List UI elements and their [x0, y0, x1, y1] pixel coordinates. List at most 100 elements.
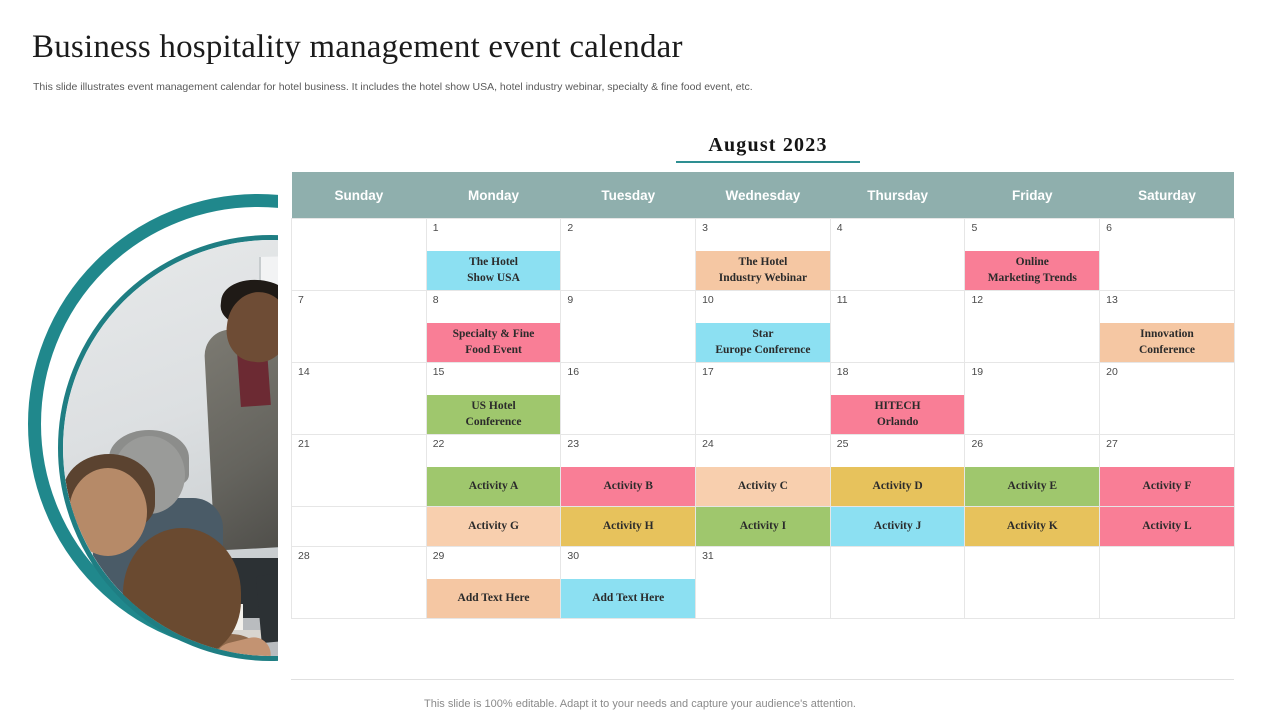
calendar-date-row: 123456: [291, 218, 1235, 251]
month-underline: [676, 161, 860, 163]
event-chip[interactable]: Activity G: [426, 507, 561, 546]
event-chip[interactable]: The Hotel Industry Webinar: [696, 251, 830, 290]
calendar-bottom-rule: [291, 679, 1234, 680]
event-chip[interactable]: US Hotel Conference: [426, 395, 561, 434]
calendar-date-cell[interactable]: 29: [425, 546, 562, 579]
calendar-date-cell[interactable]: 26: [964, 434, 1101, 467]
event-chip[interactable]: Activity I: [696, 507, 830, 546]
event-chip[interactable]: Online Marketing Trends: [965, 251, 1100, 290]
calendar-event-row: Activity G Activity H Activity I Activity J…: [291, 506, 1235, 547]
calendar-date-cell[interactable]: 24: [695, 434, 831, 467]
event-chip-empty: [292, 467, 426, 506]
calendar-event-cell: Activity B: [560, 467, 697, 507]
calendar-event-cell: Activity L: [1099, 506, 1235, 547]
event-chip[interactable]: Activity A: [426, 467, 561, 506]
calendar-date-cell[interactable]: 9: [560, 290, 697, 323]
calendar-date-cell[interactable]: 31: [695, 546, 831, 579]
calendar-date-cell[interactable]: 1: [425, 218, 562, 251]
calendar-date-cell[interactable]: 23: [560, 434, 697, 467]
day-header-thursday: Thursday: [830, 172, 965, 219]
calendar-date-cell[interactable]: 10: [695, 290, 831, 323]
calendar-event-cell: Activity I: [695, 506, 831, 547]
calendar-event-cell: HITECH Orlando: [829, 395, 966, 435]
event-chip-empty: [965, 323, 1099, 362]
event-chip[interactable]: Activity L: [1100, 507, 1234, 546]
event-chip-line: Star: [752, 327, 774, 340]
calendar-date-cell[interactable]: 25: [829, 434, 966, 467]
calendar-date-cell[interactable]: 18: [829, 362, 966, 395]
calendar-event-row: The Hotel Show USA The Hotel Industry Webin…: [291, 251, 1235, 291]
event-chip[interactable]: Activity D: [830, 467, 965, 506]
calendar-date-cell[interactable]: 2: [560, 218, 697, 251]
calendar-date-cell[interactable]: 4: [829, 218, 966, 251]
calendar-date-cell[interactable]: 21: [291, 434, 427, 467]
calendar-date-cell[interactable]: 11: [829, 290, 966, 323]
calendar-date-cell[interactable]: 27: [1099, 434, 1235, 467]
calendar-date-cell[interactable]: 16: [560, 362, 697, 395]
event-chip[interactable]: Innovation Conference: [1100, 323, 1234, 362]
event-chip-line: Activity I: [739, 519, 787, 532]
event-chip[interactable]: Activity E: [965, 467, 1100, 506]
calendar-event-cell: Activity J: [829, 506, 966, 547]
event-chip[interactable]: Add Text Here: [561, 579, 696, 618]
calendar-date-cell[interactable]: 20: [1099, 362, 1235, 395]
event-chip-line: Europe Conference: [715, 343, 811, 356]
event-chip[interactable]: Activity J: [830, 507, 965, 546]
month-label: August 2023: [708, 134, 828, 156]
calendar-date-cell[interactable]: 13: [1099, 290, 1235, 323]
calendar-date-cell[interactable]: 7: [291, 290, 427, 323]
event-chip-line: US Hotel: [471, 399, 516, 412]
calendar-date-cell[interactable]: 15: [425, 362, 562, 395]
calendar-event-cell: [829, 579, 966, 619]
page-subtitle: This slide illustrates event management …: [33, 81, 753, 93]
calendar-event-row: US Hotel Conference HITECH Orlando: [291, 395, 1235, 435]
calendar-event-cell: [964, 395, 1101, 435]
event-chip-line: Online: [1015, 255, 1049, 268]
calendar-date-cell[interactable]: 6: [1099, 218, 1235, 251]
event-chip-line: Add Text Here: [457, 591, 530, 604]
event-chip-line: Orlando: [876, 415, 919, 428]
calendar-event-cell: The Hotel Industry Webinar: [695, 251, 831, 291]
event-chip-line: Activity C: [737, 479, 788, 492]
event-chip[interactable]: The Hotel Show USA: [426, 251, 561, 290]
calendar-event-cell: [964, 323, 1101, 363]
calendar-date-cell: [964, 546, 1101, 579]
calendar-event-cell: [291, 323, 427, 363]
calendar-event-cell: [1099, 395, 1235, 435]
event-chip-empty: [292, 579, 426, 618]
event-chip[interactable]: Add Text Here: [426, 579, 561, 618]
calendar-date-cell[interactable]: 30: [560, 546, 697, 579]
calendar-date-cell[interactable]: 5: [964, 218, 1101, 251]
calendar-date-cell[interactable]: 3: [695, 218, 831, 251]
event-chip[interactable]: Activity K: [965, 507, 1100, 546]
calendar-date-cell[interactable]: 14: [291, 362, 427, 395]
calendar-date-cell[interactable]: 17: [695, 362, 831, 395]
event-chip[interactable]: HITECH Orlando: [830, 395, 965, 434]
attendee-head-c: [123, 528, 241, 656]
event-chip-empty: [292, 251, 426, 290]
event-chip[interactable]: Activity B: [561, 467, 696, 506]
calendar-event-cell: [560, 323, 697, 363]
calendar-header-row: Sunday Monday Tuesday Wednesday Thursday…: [291, 172, 1235, 219]
event-chip-line: Conference: [1138, 343, 1195, 356]
hero-photo: [28, 183, 278, 665]
calendar-event-cell: [964, 579, 1101, 619]
calendar-date-cell[interactable]: 8: [425, 290, 562, 323]
calendar-date-cell[interactable]: 28: [291, 546, 427, 579]
calendar-event-cell: US Hotel Conference: [425, 395, 562, 435]
calendar-date-cell[interactable]: 19: [964, 362, 1101, 395]
photo-ring-outer: [28, 194, 278, 661]
event-chip[interactable]: Star Europe Conference: [696, 323, 830, 362]
event-chip[interactable]: Activity C: [696, 467, 830, 506]
calendar-date-cell[interactable]: 22: [425, 434, 562, 467]
event-calendar: Sunday Monday Tuesday Wednesday Thursday…: [291, 172, 1235, 619]
day-header-sunday: Sunday: [291, 172, 427, 219]
calendar-date-cell[interactable]: 12: [964, 290, 1101, 323]
event-chip[interactable]: Activity H: [561, 507, 696, 546]
event-chip[interactable]: Activity F: [1100, 467, 1234, 506]
calendar-event-cell: Activity H: [560, 506, 697, 547]
event-chip[interactable]: Specialty & Fine Food Event: [426, 323, 561, 362]
calendar-event-cell: [829, 251, 966, 291]
event-chip-line: Activity G: [468, 519, 519, 532]
calendar-event-cell: [829, 323, 966, 363]
